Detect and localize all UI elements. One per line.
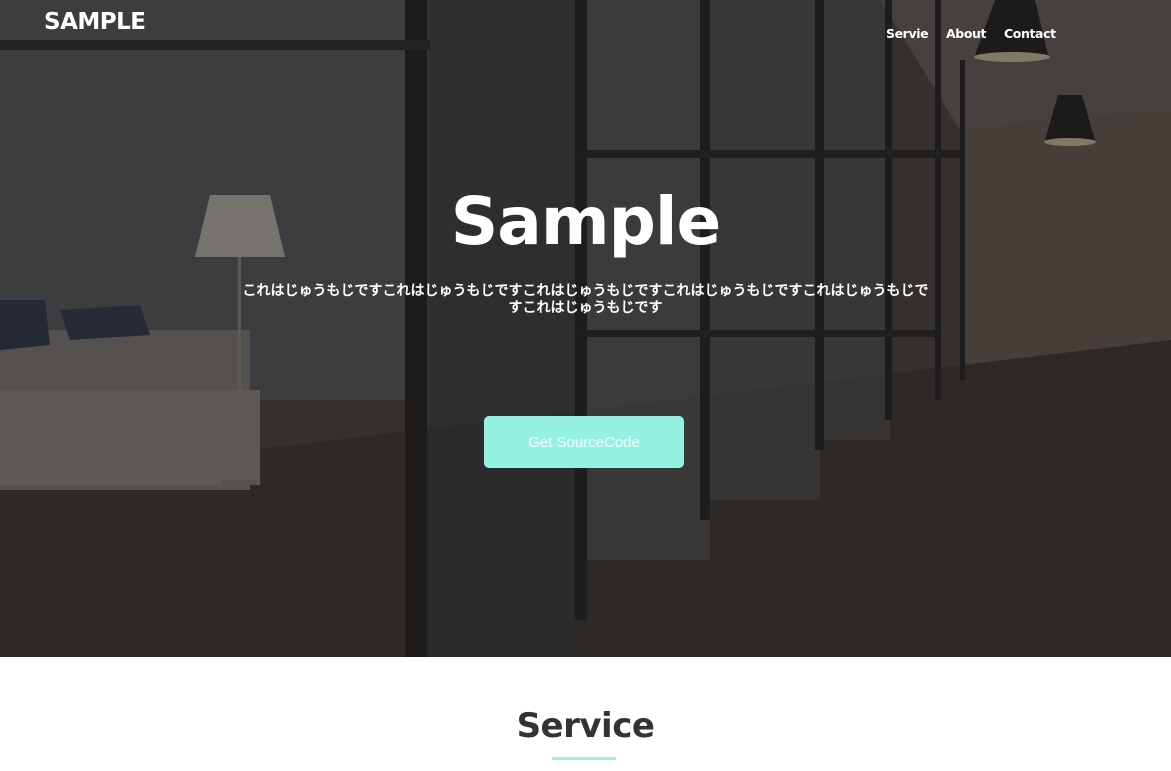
nav-link-service[interactable]: Servie bbox=[886, 26, 929, 41]
hero-background-image bbox=[0, 0, 1171, 657]
hero-title: Sample bbox=[450, 183, 721, 260]
nav-link-contact[interactable]: Contact bbox=[1004, 26, 1056, 41]
service-title: Service bbox=[516, 706, 655, 746]
service-section: Service bbox=[0, 657, 1171, 771]
nav-link-about[interactable]: About bbox=[946, 26, 986, 41]
site-logo[interactable]: SAMPLE bbox=[44, 9, 146, 35]
service-title-underline bbox=[552, 757, 616, 760]
hero-section: SAMPLE Servie About Contact Sample これはじゅ… bbox=[0, 0, 1171, 657]
hero-description: これはじゅうもじですこれはじゅうもじですこれはじゅうもじですこれはじゅうもじです… bbox=[242, 283, 929, 316]
get-sourcecode-button[interactable]: Get SourceCode bbox=[484, 416, 684, 468]
